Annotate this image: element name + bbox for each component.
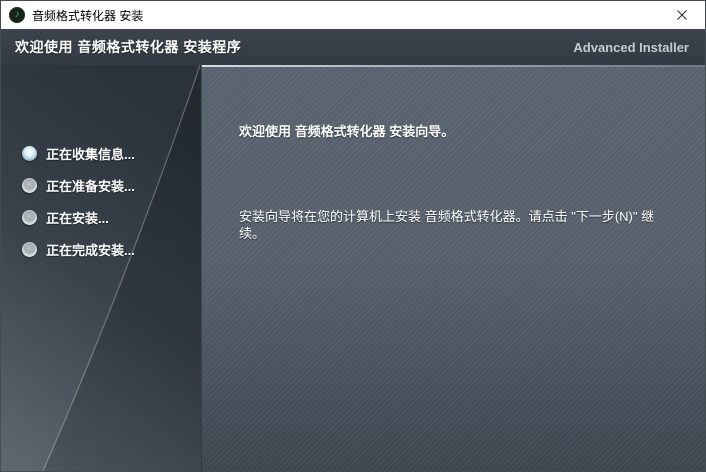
step-label: 正在安装... — [46, 210, 109, 226]
header-bar: 欢迎使用 音频格式转化器 安装程序 Advanced Installer — [1, 29, 705, 65]
step-item: 正在完成安装... — [1, 233, 201, 265]
close-icon — [677, 10, 687, 20]
step-item: 正在安装... — [1, 201, 201, 233]
step-bullet-icon — [22, 241, 37, 257]
sidebar: 正在收集信息... 正在准备安装... 正在安装... 正在完成安装... — [1, 65, 201, 471]
welcome-heading: 欢迎使用 音频格式转化器 安装向导。 — [239, 124, 455, 139]
step-label: 正在完成安装... — [46, 242, 135, 258]
step-bullet-icon — [22, 209, 37, 225]
header-title: 欢迎使用 音频格式转化器 安装程序 — [15, 39, 242, 55]
step-item: 正在准备安装... — [1, 169, 201, 201]
window-title: 音频格式转化器 安装 — [32, 8, 144, 23]
step-item: 正在收集信息... — [1, 137, 201, 169]
titlebar[interactable]: ♪ 音频格式转化器 安装 — [1, 1, 705, 29]
main-content: 欢迎使用 音频格式转化器 安装向导。 安装向导将在您的计算机上安装 音频格式转化… — [202, 67, 705, 242]
close-button[interactable] — [659, 1, 705, 29]
main-panel: 欢迎使用 音频格式转化器 安装向导。 安装向导将在您的计算机上安装 音频格式转化… — [201, 65, 705, 471]
step-label: 正在准备安装... — [46, 178, 135, 194]
brand-label: Advanced Installer — [573, 39, 689, 55]
step-bullet-icon — [22, 145, 37, 161]
step-label: 正在收集信息... — [46, 146, 135, 162]
installer-window: ♪ 音频格式转化器 安装 欢迎使用 音频格式转化器 安装程序 Advanced … — [0, 0, 706, 472]
step-bullet-icon — [22, 177, 37, 193]
sidebar-steps: 正在收集信息... 正在准备安装... 正在安装... 正在完成安装... — [1, 65, 201, 265]
body-row: 正在收集信息... 正在准备安装... 正在安装... 正在完成安装... 欢迎… — [1, 65, 705, 471]
app-icon: ♪ — [9, 7, 25, 23]
welcome-body-text: 安装向导将在您的计算机上安装 音频格式转化器。请点击 "下一步(N)" 继续。 — [239, 209, 655, 241]
